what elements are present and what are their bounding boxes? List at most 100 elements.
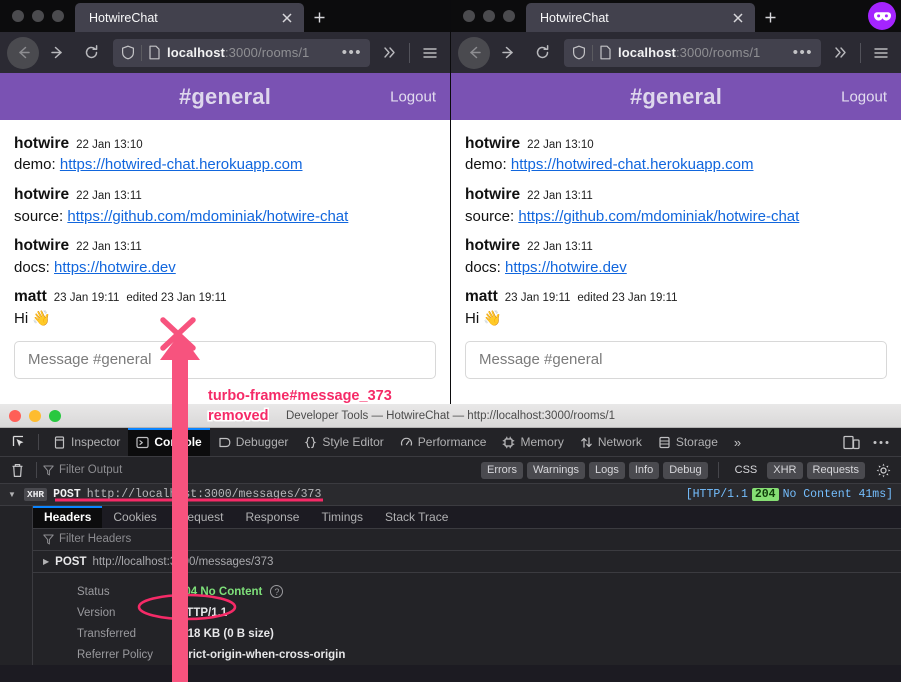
devtools-tab-inspector[interactable]: Inspector	[45, 428, 128, 456]
back-icon[interactable]	[7, 36, 39, 69]
console-settings-gear-icon[interactable]	[871, 463, 895, 478]
reload-icon-right[interactable]	[526, 37, 558, 69]
filter-pill-errors[interactable]: Errors	[481, 461, 523, 479]
log-status-code: 204	[751, 488, 779, 501]
maximize-window-button[interactable]	[52, 10, 64, 22]
message-link[interactable]: https://hotwired-chat.herokuapp.com	[60, 156, 303, 173]
forward-icon-right[interactable]	[492, 37, 524, 69]
window-traffic-lights[interactable]	[0, 0, 75, 32]
address-bar-separator	[141, 44, 142, 61]
detail-tab-response[interactable]: Response	[234, 506, 310, 528]
devtools-tab-label: Console	[154, 435, 202, 449]
address-bar[interactable]: localhost:3000/rooms/1 •••	[113, 38, 370, 67]
address-bar-right[interactable]: localhost:3000/rooms/1 •••	[564, 38, 821, 67]
private-browsing-mask-icon[interactable]	[868, 2, 896, 30]
shield-icon[interactable]	[121, 45, 135, 60]
new-tab-icon-right[interactable]	[755, 3, 785, 32]
app-menu-icon[interactable]	[417, 46, 443, 60]
page-actions-icon-right[interactable]: •••	[793, 44, 815, 61]
browser-tab-right[interactable]: HotwireChat	[526, 3, 755, 32]
message-composer-left[interactable]: Message #general	[14, 340, 436, 379]
devtools-body: Headers Cookies Request Response Timings Stac…	[0, 506, 901, 665]
devtools-toolbar-spacer	[749, 428, 837, 456]
logout-link-right[interactable]: Logout	[841, 88, 887, 105]
devtools-tab-debugger[interactable]: Debugger	[210, 428, 297, 456]
tab-strip-spacer-right	[785, 0, 868, 32]
console-icon	[136, 436, 149, 449]
filter-pill-requests[interactable]: Requests	[806, 461, 865, 479]
browser-tab[interactable]: HotwireChat	[75, 3, 304, 32]
filter-pill-warnings[interactable]: Warnings	[526, 461, 586, 479]
expand-log-icon[interactable]: ▼	[6, 490, 18, 499]
filter-pill-debug[interactable]: Debug	[663, 461, 708, 479]
page-icon-right[interactable]	[599, 45, 612, 60]
developer-tools-window: Developer Tools — HotwireChat — http://l…	[0, 404, 901, 682]
annotation-label-line-2: removed	[208, 408, 269, 424]
detail-tab-headers[interactable]: Headers	[33, 506, 103, 528]
minimize-window-button-right[interactable]	[483, 10, 495, 22]
element-picker-icon[interactable]	[6, 428, 32, 456]
message-author: matt	[465, 288, 498, 306]
devtools-options-icon[interactable]	[867, 428, 895, 457]
detail-tab-cookies[interactable]: Cookies	[102, 506, 167, 528]
detail-tab-request[interactable]: Request	[168, 506, 235, 528]
responsive-design-mode-icon[interactable]	[837, 428, 865, 457]
console-xhr-log-row[interactable]: ▼ XHR POST http://localhost:3000/message…	[0, 484, 901, 506]
filter-headers-input[interactable]: Filter Headers	[33, 529, 901, 552]
memory-icon	[502, 436, 515, 449]
navigation-bar: localhost:3000/rooms/1 •••	[0, 32, 450, 73]
request-summary-row[interactable]: ▶ POST http://localhost:3000/messages/37…	[33, 551, 901, 573]
log-url[interactable]: http://localhost:3000/messages/373	[87, 488, 322, 501]
header-key: Referrer Policy	[77, 648, 154, 661]
devtools-tab-style-editor[interactable]: Style Editor	[296, 428, 391, 456]
devtools-tab-label: Network	[597, 435, 642, 449]
shield-icon-right[interactable]	[572, 45, 586, 60]
back-icon-right[interactable]	[458, 36, 490, 69]
close-tab-icon[interactable]	[278, 9, 296, 27]
close-tab-icon-right[interactable]	[729, 9, 747, 27]
close-window-button[interactable]	[12, 10, 24, 22]
page-icon[interactable]	[148, 45, 161, 60]
maximize-window-button-right[interactable]	[503, 10, 515, 22]
message-body: source: https://github.com/mdominiak/hot…	[465, 206, 887, 228]
message-body: source: https://github.com/mdominiak/hot…	[14, 206, 436, 228]
devtools-tab-memory[interactable]: Memory	[494, 428, 571, 456]
window-traffic-lights-right[interactable]	[451, 0, 526, 32]
filter-pill-xhr[interactable]: XHR	[767, 461, 803, 479]
message-header: hotwire 22 Jan 13:10	[14, 134, 436, 153]
forward-icon[interactable]	[41, 37, 73, 69]
devtools-tabs-overflow-icon[interactable]: »	[726, 428, 749, 456]
close-window-button-right[interactable]	[463, 10, 475, 22]
message-link[interactable]: https://hotwire.dev	[54, 259, 176, 276]
message-link[interactable]: https://github.com/mdominiak/hotwire-cha…	[67, 208, 348, 225]
detail-tab-stack-trace[interactable]: Stack Trace	[374, 506, 459, 528]
devtools-tab-storage[interactable]: Storage	[650, 428, 726, 456]
page-actions-icon[interactable]: •••	[342, 44, 364, 61]
message-link[interactable]: https://hotwire.dev	[505, 259, 627, 276]
minimize-window-button[interactable]	[32, 10, 44, 22]
filter-output-input[interactable]: Filter Output	[43, 464, 475, 476]
filter-pill-logs[interactable]: Logs	[589, 461, 625, 479]
devtools-tab-network[interactable]: Network	[572, 428, 650, 456]
logout-link[interactable]: Logout	[390, 88, 436, 105]
message-link[interactable]: https://github.com/mdominiak/hotwire-cha…	[518, 208, 799, 225]
filter-pill-info[interactable]: Info	[628, 461, 660, 479]
app-menu-icon-right[interactable]	[868, 46, 894, 60]
toolbar-overflow-icon-right[interactable]	[827, 45, 853, 60]
devtools-tab-performance[interactable]: Performance	[392, 428, 495, 456]
message-composer-right[interactable]: Message #general	[465, 340, 887, 379]
filter-pill-css[interactable]: CSS	[729, 462, 764, 479]
new-tab-icon[interactable]	[304, 3, 334, 32]
message-text: docs:	[465, 258, 506, 276]
message-timestamp: 22 Jan 13:11	[527, 241, 593, 254]
message-link[interactable]: https://hotwired-chat.herokuapp.com	[511, 156, 754, 173]
status-help-icon[interactable]: ?	[270, 585, 284, 598]
expand-request-icon[interactable]: ▶	[43, 557, 49, 566]
filter-icon-headers	[43, 534, 54, 545]
clear-console-icon[interactable]	[4, 463, 30, 478]
detail-tab-timings[interactable]: Timings	[310, 506, 374, 528]
devtools-tab-console[interactable]: Console	[128, 428, 211, 456]
toolbar-overflow-icon[interactable]	[376, 45, 402, 60]
message-header: matt 23 Jan 19:11 edited 23 Jan 19:11	[14, 287, 436, 306]
reload-icon[interactable]	[75, 37, 107, 69]
